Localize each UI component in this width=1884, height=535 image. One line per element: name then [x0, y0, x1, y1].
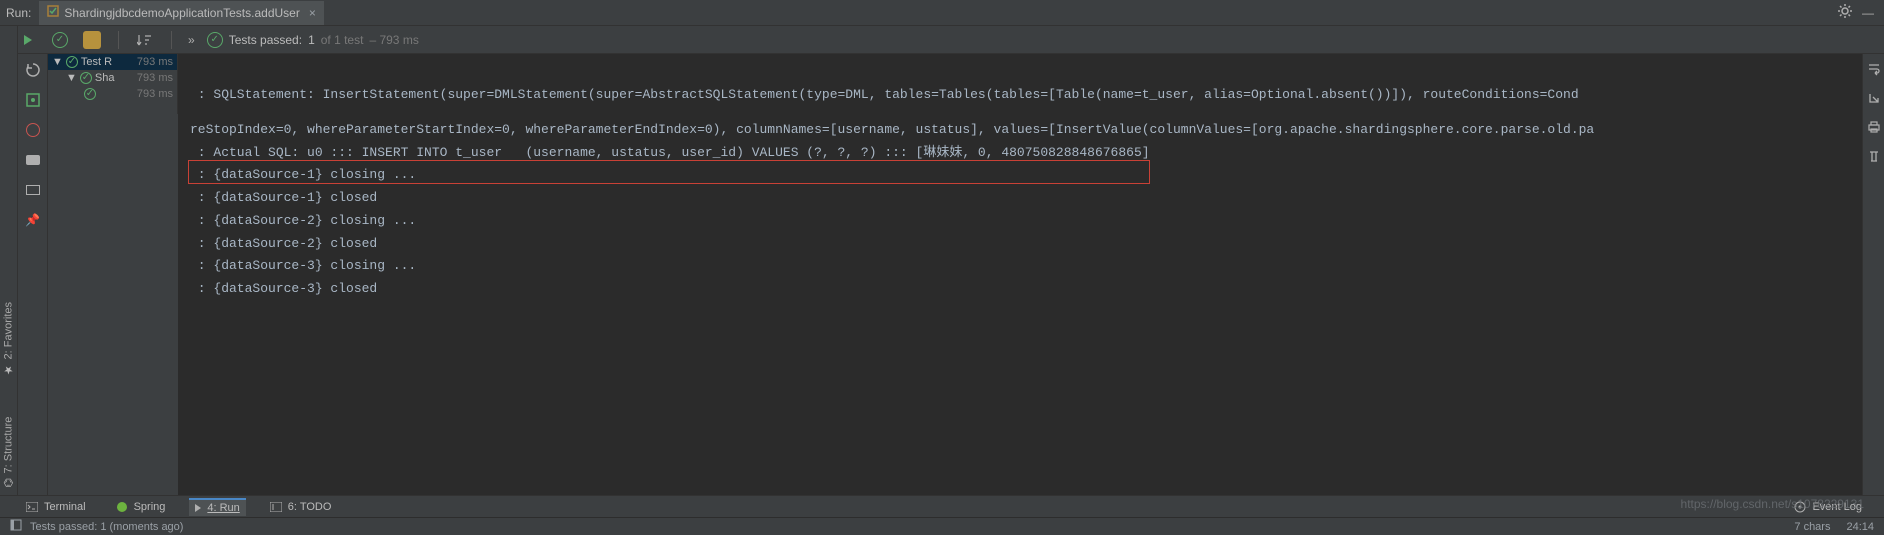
test-tree: ▼ Test R 793 ms ▼ Sha 793 ms 793 ms [48, 54, 178, 114]
tree-child-row[interactable]: ▼ Sha 793 ms [48, 70, 177, 86]
pin-button[interactable]: 📌 [23, 210, 43, 230]
structure-tool-window[interactable]: ⌬ 7: Structure [2, 417, 15, 487]
pass-filter-button[interactable] [50, 30, 70, 50]
tests-passed-prefix: Tests passed: [229, 33, 302, 47]
tree-root-label: Test R [81, 56, 112, 68]
print-icon[interactable] [1867, 120, 1881, 137]
sort-button[interactable] [135, 30, 155, 50]
status-position: 24:14 [1846, 521, 1874, 533]
console-line: : {dataSource-2} closing ... [190, 210, 1850, 233]
close-tab-icon[interactable]: × [309, 6, 316, 20]
run-tab[interactable]: ShardingjdbcdemoApplicationTests.addUser… [39, 1, 324, 25]
minimize-icon[interactable]: — [1862, 6, 1874, 20]
tests-passed-summary: Tests passed: 1 of 1 test – 793 ms [207, 32, 419, 48]
tests-passed-of: of 1 test [321, 33, 364, 47]
tree-root-time: 793 ms [137, 56, 173, 68]
console-line: reStopIndex=0, whereParameterStartIndex=… [190, 119, 1850, 142]
console-line: : {dataSource-1} closing ... [190, 164, 1850, 187]
dump-button[interactable] [23, 150, 43, 170]
console-line: : {dataSource-3} closing ... [190, 255, 1850, 278]
spring-tab[interactable]: Spring [110, 499, 172, 515]
structure-label: 7: Structure [3, 417, 15, 474]
tree-root-row[interactable]: ▼ Test R 793 ms [48, 54, 177, 70]
ignore-filter-button[interactable] [82, 30, 102, 50]
favorites-tool-window[interactable]: ★ 2: Favorites [2, 302, 15, 376]
tab-title: ShardingjdbcdemoApplicationTests.addUser [64, 6, 299, 20]
tree-child-time: 793 ms [137, 72, 173, 84]
console-line: : Actual SQL: u0 ::: INSERT INTO t_user … [190, 142, 1850, 165]
todo-label: 6: TODO [288, 501, 332, 513]
toggle-auto-test-button[interactable] [23, 90, 43, 110]
status-bar: Tests passed: 1 (moments ago) 7 chars 24… [0, 517, 1884, 535]
test-icon [47, 5, 59, 20]
rerun-button[interactable] [23, 60, 43, 80]
gear-icon[interactable] [1838, 4, 1852, 21]
tree-child-label: Sha [95, 72, 115, 84]
expand-icon[interactable]: » [188, 33, 195, 47]
layout-button[interactable] [23, 180, 43, 200]
console-line: : {dataSource-2} closed [190, 233, 1850, 256]
status-message: Tests passed: 1 (moments ago) [30, 521, 183, 533]
console-line: : {dataSource-1} closed [190, 187, 1850, 210]
toolbar-divider [118, 31, 119, 49]
success-icon [207, 32, 223, 48]
terminal-label: Terminal [44, 501, 86, 513]
bottom-tabs: Terminal Spring 4: Run 6: TODO Event Log [0, 495, 1884, 517]
console-line: : SQLStatement: InsertStatement(super=DM… [190, 84, 1850, 107]
run-button[interactable] [18, 30, 38, 50]
status-toggle-icon[interactable] [10, 519, 22, 534]
stop-button[interactable] [23, 120, 43, 140]
console-line: : {dataSource-3} closed [190, 278, 1850, 301]
console-output[interactable]: : SQLStatement: InsertStatement(super=DM… [178, 54, 1862, 507]
test-toolbar: » Tests passed: 1 of 1 test – 793 ms [0, 26, 1884, 54]
toolbar-divider [171, 31, 172, 49]
todo-tab[interactable]: 6: TODO [264, 499, 338, 515]
success-icon [84, 88, 96, 100]
success-icon [66, 56, 78, 68]
spring-label: Spring [134, 501, 166, 513]
tree-leaf-time: 793 ms [137, 88, 173, 100]
collapse-icon[interactable]: ▼ [66, 72, 77, 84]
tests-passed-count: 1 [308, 33, 315, 47]
top-bar: Run: ShardingjdbcdemoApplicationTests.ad… [0, 0, 1884, 26]
console-right-toolbar [1862, 54, 1884, 507]
scroll-to-end-icon[interactable] [1867, 91, 1881, 108]
tree-leaf-row[interactable]: 793 ms [48, 86, 177, 102]
run-label: 4: Run [207, 502, 239, 514]
status-chars: 7 chars [1794, 521, 1830, 533]
watermark: https://blog.csdn.net/s1078229131 [1681, 497, 1864, 511]
success-icon [80, 72, 92, 84]
soft-wrap-icon[interactable] [1867, 62, 1881, 79]
favorites-label: 2: Favorites [3, 302, 15, 359]
run-label: Run: [6, 6, 31, 20]
run-sidebar: 📌 [18, 54, 48, 507]
run-tab-bottom[interactable]: 4: Run [189, 498, 245, 516]
tests-passed-time: – 793 ms [369, 33, 418, 47]
terminal-tab[interactable]: Terminal [20, 499, 92, 515]
clear-all-icon[interactable] [1867, 149, 1881, 166]
collapse-icon[interactable]: ▼ [52, 56, 63, 68]
left-sidebar: ★ 2: Favorites ⌬ 7: Structure [0, 26, 18, 507]
